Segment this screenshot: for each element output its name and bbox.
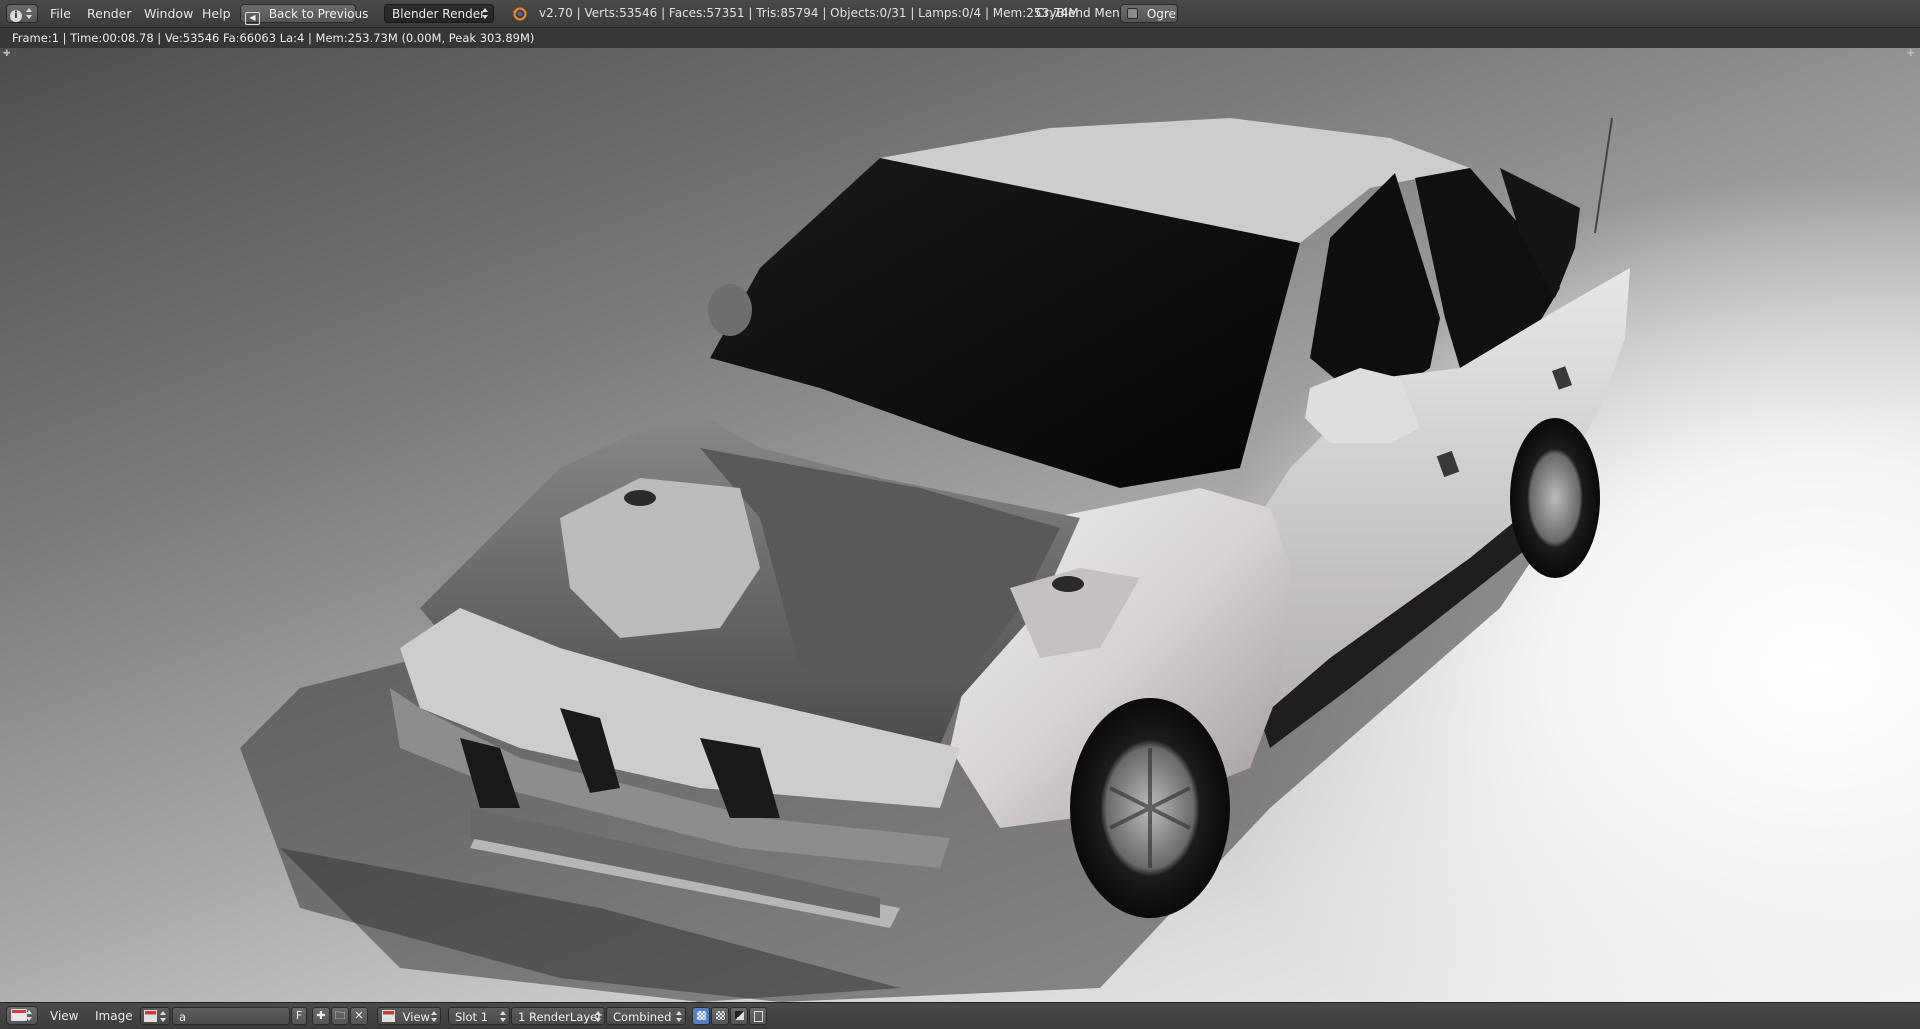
dropdown-arrows-icon [26, 7, 33, 20]
menu-window[interactable]: Window [144, 0, 193, 27]
image-name-value: a [179, 1010, 187, 1024]
plus-icon: ✚ [316, 1009, 326, 1022]
slot-label: Slot 1 [455, 1010, 489, 1024]
image-editor-header: View Image a F ✚ 🗀 ✕ View Slot 1 1 Rende… [0, 1002, 1920, 1029]
menu-file[interactable]: File [50, 0, 71, 27]
image-browse-button[interactable] [140, 1007, 170, 1025]
view-type-label: View [402, 1010, 430, 1024]
view-icon [382, 1010, 395, 1022]
image-browse-icon [144, 1010, 157, 1022]
render-info-strip: Frame:1 | Time:00:08.78 | Ve:53546 Fa:66… [0, 28, 1920, 48]
new-image-button[interactable]: ✚ [312, 1007, 330, 1025]
render-info-text: Frame:1 | Time:00:08.78 | Ve:53546 Fa:66… [12, 31, 535, 45]
back-icon: ◀ [245, 12, 260, 25]
car-render [240, 117, 1630, 1002]
ogre-label: Ogre [1146, 7, 1176, 21]
editor-type-selector-bottom[interactable] [6, 1006, 38, 1025]
menu-view[interactable]: View [50, 1003, 78, 1029]
dropdown-arrows-icon [482, 7, 489, 20]
sample-icon [753, 1011, 763, 1022]
dropdown-arrows-icon [500, 1010, 507, 1023]
unlink-image-button[interactable]: ✕ [350, 1007, 368, 1025]
render-result-image[interactable]: ✚ ✚ [0, 48, 1920, 1002]
render-layer-dropdown[interactable]: 1 RenderLayer [511, 1007, 605, 1025]
dropdown-arrows-icon [160, 1010, 167, 1023]
image-editor-icon [11, 1009, 27, 1021]
ogre-checkbox[interactable] [1127, 8, 1138, 19]
fake-user-button[interactable]: F [291, 1007, 307, 1025]
editor-type-selector[interactable]: i [6, 4, 38, 23]
menu-render[interactable]: Render [87, 0, 132, 27]
dropdown-arrows-icon [431, 1010, 438, 1023]
fake-user-label: F [295, 1009, 303, 1022]
image-name-field[interactable]: a [172, 1007, 290, 1025]
info-icon: i [10, 10, 22, 22]
view-type-dropdown[interactable]: View [377, 1007, 441, 1025]
cryblend-menu[interactable]: CryBlend Menu [1036, 0, 1127, 27]
dropdown-arrows-icon [26, 1009, 33, 1022]
render-engine-dropdown[interactable]: Blender Render [384, 4, 494, 23]
rear-wheel [1510, 418, 1600, 578]
draw-channels-zbuffer-button[interactable] [730, 1007, 748, 1025]
reservoir-cap [1052, 576, 1084, 592]
slot-dropdown[interactable]: Slot 1 [448, 1007, 510, 1025]
blender-logo-icon [512, 6, 527, 21]
zbuffer-icon [734, 1011, 744, 1020]
checker-icon [696, 1011, 706, 1020]
render-layer-label: 1 RenderLayer [518, 1010, 602, 1024]
render-pass-dropdown[interactable]: Combined [606, 1007, 686, 1025]
back-to-previous-button[interactable]: ◀ Back to Previous [240, 4, 368, 25]
back-to-previous-label: Back to Previous [268, 7, 369, 21]
open-image-button[interactable]: 🗀 [331, 1007, 349, 1025]
folder-icon: 🗀 [334, 1009, 346, 1022]
close-icon: ✕ [354, 1009, 364, 1022]
draw-channels-color-button[interactable] [692, 1007, 710, 1025]
menu-help[interactable]: Help [202, 0, 231, 27]
dropdown-arrows-icon [595, 1010, 602, 1023]
sample-button[interactable] [749, 1007, 767, 1025]
render-engine-label: Blender Render [392, 7, 486, 21]
reservoir-cap [624, 490, 656, 506]
ogre-button[interactable]: Ogre [1120, 4, 1178, 23]
scene-statistics: v2.70 | Verts:53546 | Faces:57351 | Tris… [539, 6, 1079, 20]
render-pass-label: Combined [613, 1010, 672, 1024]
info-header: i File Render Window Help ◀ Back to Prev… [0, 0, 1920, 28]
draw-channels-alpha-button[interactable] [711, 1007, 729, 1025]
alpha-icon [715, 1011, 725, 1020]
menu-image[interactable]: Image [95, 1003, 133, 1029]
dropdown-arrows-icon [676, 1010, 683, 1023]
